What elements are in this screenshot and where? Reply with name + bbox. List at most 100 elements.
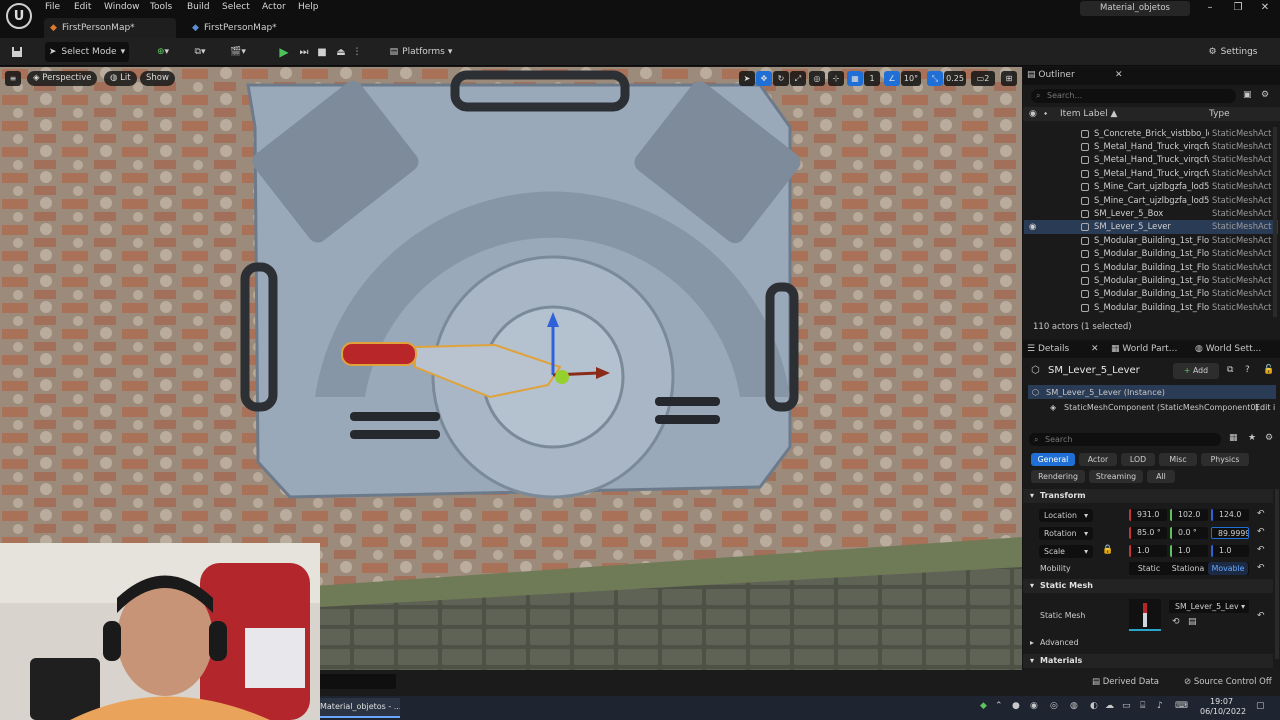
instance-row[interactable]: ⬡ SM_Lever_5_Lever (Instance) [1028, 385, 1276, 399]
tray-app-icon[interactable]: ◆ [980, 701, 987, 711]
static-mesh-dropdown[interactable]: SM_Lever_5_Lev ▾ [1169, 600, 1249, 613]
play-icon[interactable]: ▶ [276, 42, 292, 62]
gear-icon[interactable]: ⚙ [1261, 90, 1269, 100]
rotate-tool-icon[interactable]: ↻ [773, 71, 789, 86]
outliner-row[interactable]: S_Metal_Hand_Truck_virqcfw StaticMeshAct [1024, 167, 1278, 180]
category-physics[interactable]: Physics [1201, 453, 1249, 466]
outliner-row[interactable]: S_Modular_Building_1st_Floor StaticMeshAc… [1024, 234, 1278, 247]
mobility-movable[interactable]: Movable [1208, 562, 1248, 575]
gear-icon[interactable]: ⚙ [1265, 433, 1273, 443]
derived-data-button[interactable]: ▤ Derived Data [1092, 677, 1159, 687]
save-icon[interactable] [8, 42, 26, 62]
category-misc[interactable]: Misc [1159, 453, 1197, 466]
tray-icon-4[interactable]: ◍ [1070, 701, 1078, 711]
cinematics-icon[interactable]: 🎬▾ [224, 42, 252, 62]
materials-header[interactable]: ▾ Materials [1023, 654, 1273, 668]
network-icon[interactable]: ⌸ [1140, 701, 1145, 711]
rotation-y-field[interactable]: 0.0 ° [1170, 527, 1208, 539]
reset-icon[interactable]: ↶ [1257, 527, 1265, 537]
close-icon[interactable]: ✕ [1091, 344, 1099, 354]
scale-snap-value[interactable]: 0.25 [944, 71, 966, 86]
advanced-header[interactable]: ▸ Advanced [1023, 636, 1273, 649]
scale-dropdown[interactable]: Scale ▾ [1039, 545, 1093, 558]
language-icon[interactable]: ⌨ [1175, 701, 1188, 711]
clock-time[interactable]: 19:07 [1210, 697, 1233, 706]
scale-tool-icon[interactable]: ⤢ [790, 71, 806, 86]
stop-icon[interactable]: ■ [314, 42, 330, 62]
outliner-row[interactable]: S_Metal_Hand_Truck_virqcfw StaticMeshAct [1024, 140, 1278, 153]
more-options-icon[interactable]: ⋮ [352, 42, 362, 62]
add-component-button[interactable]: + Add [1173, 363, 1219, 379]
folder-add-icon[interactable]: ▣ [1243, 90, 1252, 100]
col-type[interactable]: Type [1209, 109, 1230, 119]
transform-header[interactable]: ▾ Transform [1023, 489, 1273, 503]
scale-snap-icon[interactable]: ⤡ [927, 71, 943, 86]
select-tool-icon[interactable]: ➤ [739, 71, 755, 86]
world-settings-tab[interactable]: ◍ World Sett... [1195, 344, 1261, 354]
outliner-row[interactable]: S_Modular_Building_1st_Floor StaticMeshAc… [1024, 301, 1278, 314]
outliner-row[interactable]: S_Mine_Cart_ujzlbgzfa_lod5_ StaticMeshAct [1024, 180, 1278, 193]
table-view-icon[interactable]: ▦ [1229, 433, 1238, 443]
lit-button[interactable]: ◍ Lit [104, 71, 137, 86]
category-general[interactable]: General [1031, 453, 1075, 466]
viewport-menu-icon[interactable]: ≡ [5, 71, 21, 86]
cloud-icon[interactable]: ☁ [1105, 701, 1114, 711]
menu-file[interactable]: File [45, 2, 60, 12]
rotation-snap-value[interactable]: 10° [901, 71, 921, 86]
outliner-row[interactable]: S_Modular_Building_1st_Floor StaticMeshAc… [1024, 287, 1278, 300]
menu-build[interactable]: Build [187, 2, 210, 12]
blueprint-icon[interactable]: ⧉▾ [186, 42, 214, 62]
mobility-static[interactable]: Static [1130, 562, 1168, 575]
rotation-x-field[interactable]: 85.0 ° [1129, 527, 1167, 539]
unreal-logo-icon[interactable]: U [6, 3, 32, 29]
reset-icon[interactable]: ↶ [1257, 611, 1265, 621]
category-rendering[interactable]: Rendering [1031, 470, 1085, 483]
col-item-label[interactable]: Item Label ▲ [1060, 109, 1117, 119]
menu-window[interactable]: Window [104, 2, 140, 12]
tray-icon-2[interactable]: ◉ [1030, 701, 1038, 711]
grid-snap-icon[interactable]: ▦ [847, 71, 863, 86]
outliner-row[interactable]: S_Mine_Cart_ujzlbgzfa_lod5_ StaticMeshAct [1024, 194, 1278, 207]
outliner-row[interactable]: S_Concrete_Brick_vistbbo_lo StaticMeshAct [1024, 127, 1278, 140]
details-search-input[interactable]: ⌕ Search [1029, 433, 1221, 446]
tray-icon-3[interactable]: ◎ [1050, 701, 1058, 711]
static-mesh-header[interactable]: ▾ Static Mesh [1023, 579, 1273, 593]
maximize-icon[interactable]: ❐ [1229, 2, 1247, 13]
static-mesh-thumbnail[interactable] [1129, 599, 1161, 631]
minimize-icon[interactable]: – [1201, 2, 1219, 13]
tab-firstpersonmap[interactable]: ◆ FirstPersonMap* [186, 18, 306, 38]
volume-icon[interactable]: ♪ [1157, 701, 1163, 711]
help-icon[interactable]: ? [1245, 365, 1250, 375]
component-row[interactable]: ◈ StaticMeshComponent (StaticMeshCompone… [1028, 401, 1276, 415]
tray-expand-icon[interactable]: ⌃ [995, 701, 1003, 711]
outliner-row-selected[interactable]: ◉ SM_Lever_5_Lever StaticMeshAct [1024, 220, 1278, 234]
settings-button[interactable]: ⚙ Settings [1206, 42, 1260, 62]
camera-speed-button[interactable]: ▭2 [971, 71, 995, 86]
lock-icon[interactable]: 🔒 [1102, 545, 1113, 555]
console-input[interactable] [320, 674, 396, 689]
grid-snap-value[interactable]: 1 [864, 71, 880, 86]
scale-x-field[interactable]: 1.0 [1129, 545, 1167, 557]
scale-z-field[interactable]: 1.0 [1211, 545, 1249, 557]
platforms-dropdown[interactable]: ▤ Platforms ▾ [386, 42, 456, 62]
menu-tools[interactable]: Tools [150, 2, 172, 12]
source-control-button[interactable]: ⊘ Source Control Off [1184, 677, 1272, 687]
maximize-viewport-icon[interactable]: ⊞ [1001, 71, 1017, 86]
outliner-row[interactable]: S_Modular_Building_1st_Floor StaticMeshAc… [1024, 261, 1278, 274]
clock-date[interactable]: 06/10/2022 [1200, 707, 1246, 716]
menu-actor[interactable]: Actor [262, 2, 286, 12]
browse-icon[interactable]: ⟲ [1172, 617, 1180, 627]
close-icon[interactable]: ✕ [1115, 70, 1123, 80]
tab-firstpersonmap-active[interactable]: ◆ FirstPersonMap* [44, 18, 176, 38]
world-partition-tab[interactable]: ▦ World Part... [1111, 344, 1177, 354]
category-all[interactable]: All [1147, 470, 1175, 483]
menu-select[interactable]: Select [222, 2, 250, 12]
use-selected-icon[interactable]: ▤ [1188, 617, 1197, 627]
surface-snap-icon[interactable]: ⊹ [828, 71, 844, 86]
tray-icon-5[interactable]: ◐ [1090, 701, 1098, 711]
reset-icon[interactable]: ↶ [1257, 545, 1265, 555]
battery-icon[interactable]: ▭ [1122, 701, 1131, 711]
location-x-field[interactable]: 931.0 [1129, 509, 1167, 521]
location-dropdown[interactable]: Location ▾ [1039, 509, 1093, 522]
outliner-tab[interactable]: ▤ Outliner [1027, 70, 1075, 80]
